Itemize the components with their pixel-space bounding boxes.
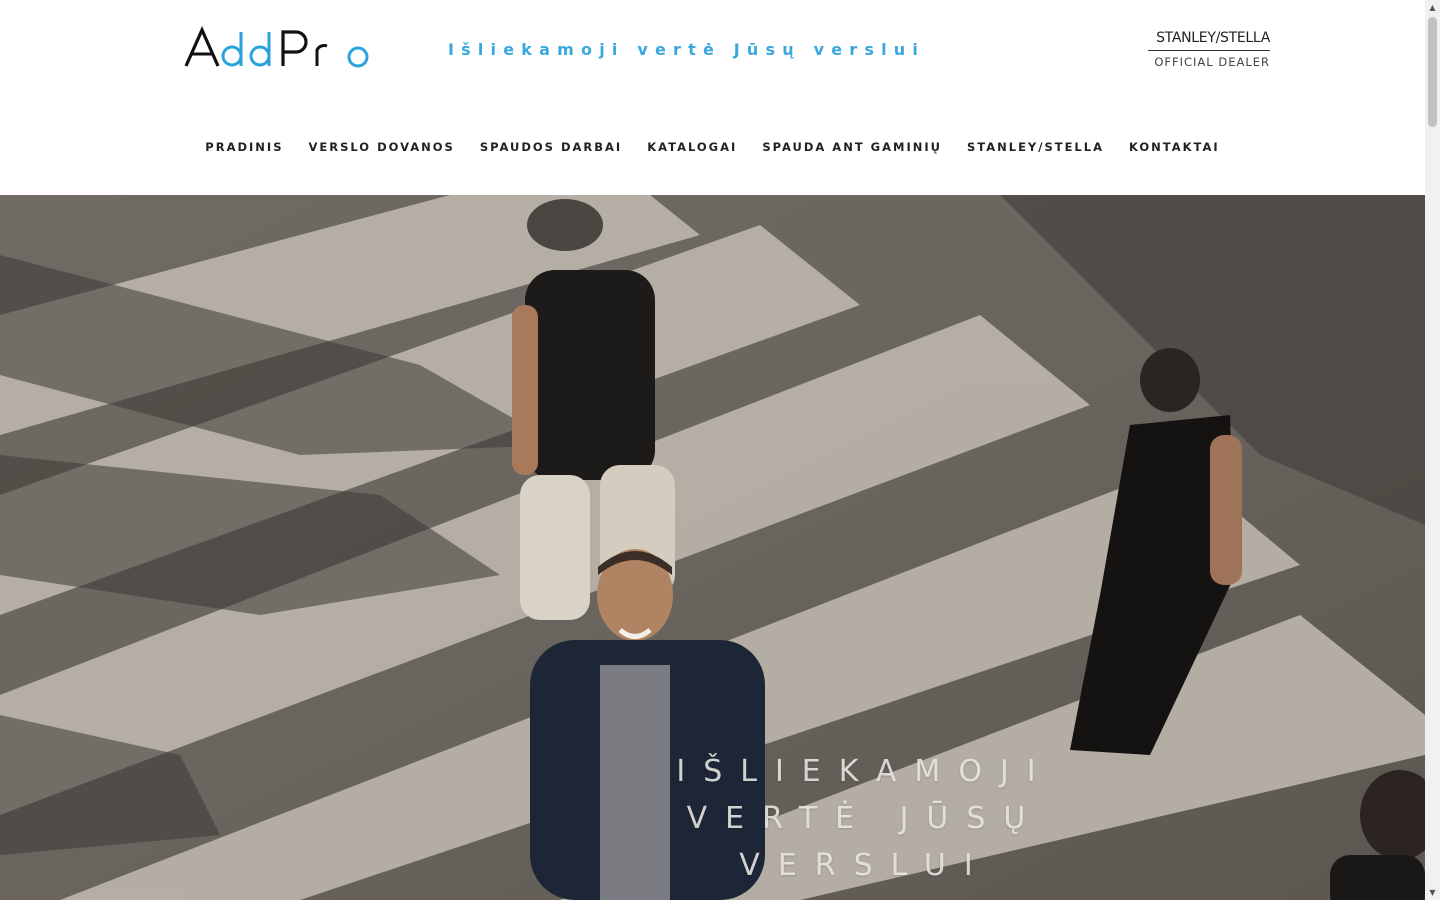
hero-title-line1: IŠLIEKAMOJI: [676, 754, 1054, 789]
arrow-down-icon[interactable]: ▼: [1425, 885, 1440, 900]
header-tagline: Išliekamoji vertė Jūsų verslui: [448, 40, 926, 59]
stanley-stella-dealer-badge[interactable]: STANLEY/STELLA OFFICIAL DEALER: [1148, 28, 1270, 70]
hero-title-line3: VERSLUI: [739, 848, 991, 883]
page-scrollbar[interactable]: ▲ ▼: [1425, 0, 1440, 900]
dealer-brand: STANLEY/STELLA: [1156, 30, 1270, 46]
hero-title-line2: VERTĖ JŪSŲ: [686, 801, 1044, 836]
nav-item-stanley-stella[interactable]: STANLEY/STELLA: [954, 140, 1116, 154]
nav-item-spauda-ant-gaminiu[interactable]: SPAUDA ANT GAMINIŲ: [750, 140, 955, 154]
arrow-up-icon[interactable]: ▲: [1425, 0, 1440, 15]
nav-item-spaudos-darbai[interactable]: SPAUDOS DARBAI: [467, 140, 634, 154]
nav-item-katalogai[interactable]: KATALOGAI: [635, 140, 750, 154]
nav-item-verslo-dovanos[interactable]: VERSLO DOVANOS: [296, 140, 467, 154]
scrollbar-thumb[interactable]: [1428, 17, 1437, 127]
addpro-logo[interactable]: [184, 26, 372, 70]
hero-title: IŠLIEKAMOJI VERTĖ JŪSŲ VERSLUI: [560, 748, 1170, 889]
dealer-subtitle: OFFICIAL DEALER: [1154, 55, 1270, 69]
dealer-divider: [1148, 50, 1270, 51]
nav-item-kontaktai[interactable]: KONTAKTAI: [1117, 140, 1233, 154]
hero-banner: IŠLIEKAMOJI VERTĖ JŪSŲ VERSLUI: [0, 195, 1425, 900]
site-header: Išliekamoji vertė Jūsų verslui STANLEY/S…: [0, 0, 1425, 195]
addpro-logo-mark: [184, 26, 369, 68]
nav-item-pradinis[interactable]: PRADINIS: [193, 140, 296, 154]
main-nav: PRADINIS VERSLO DOVANOS SPAUDOS DARBAI K…: [0, 135, 1425, 159]
